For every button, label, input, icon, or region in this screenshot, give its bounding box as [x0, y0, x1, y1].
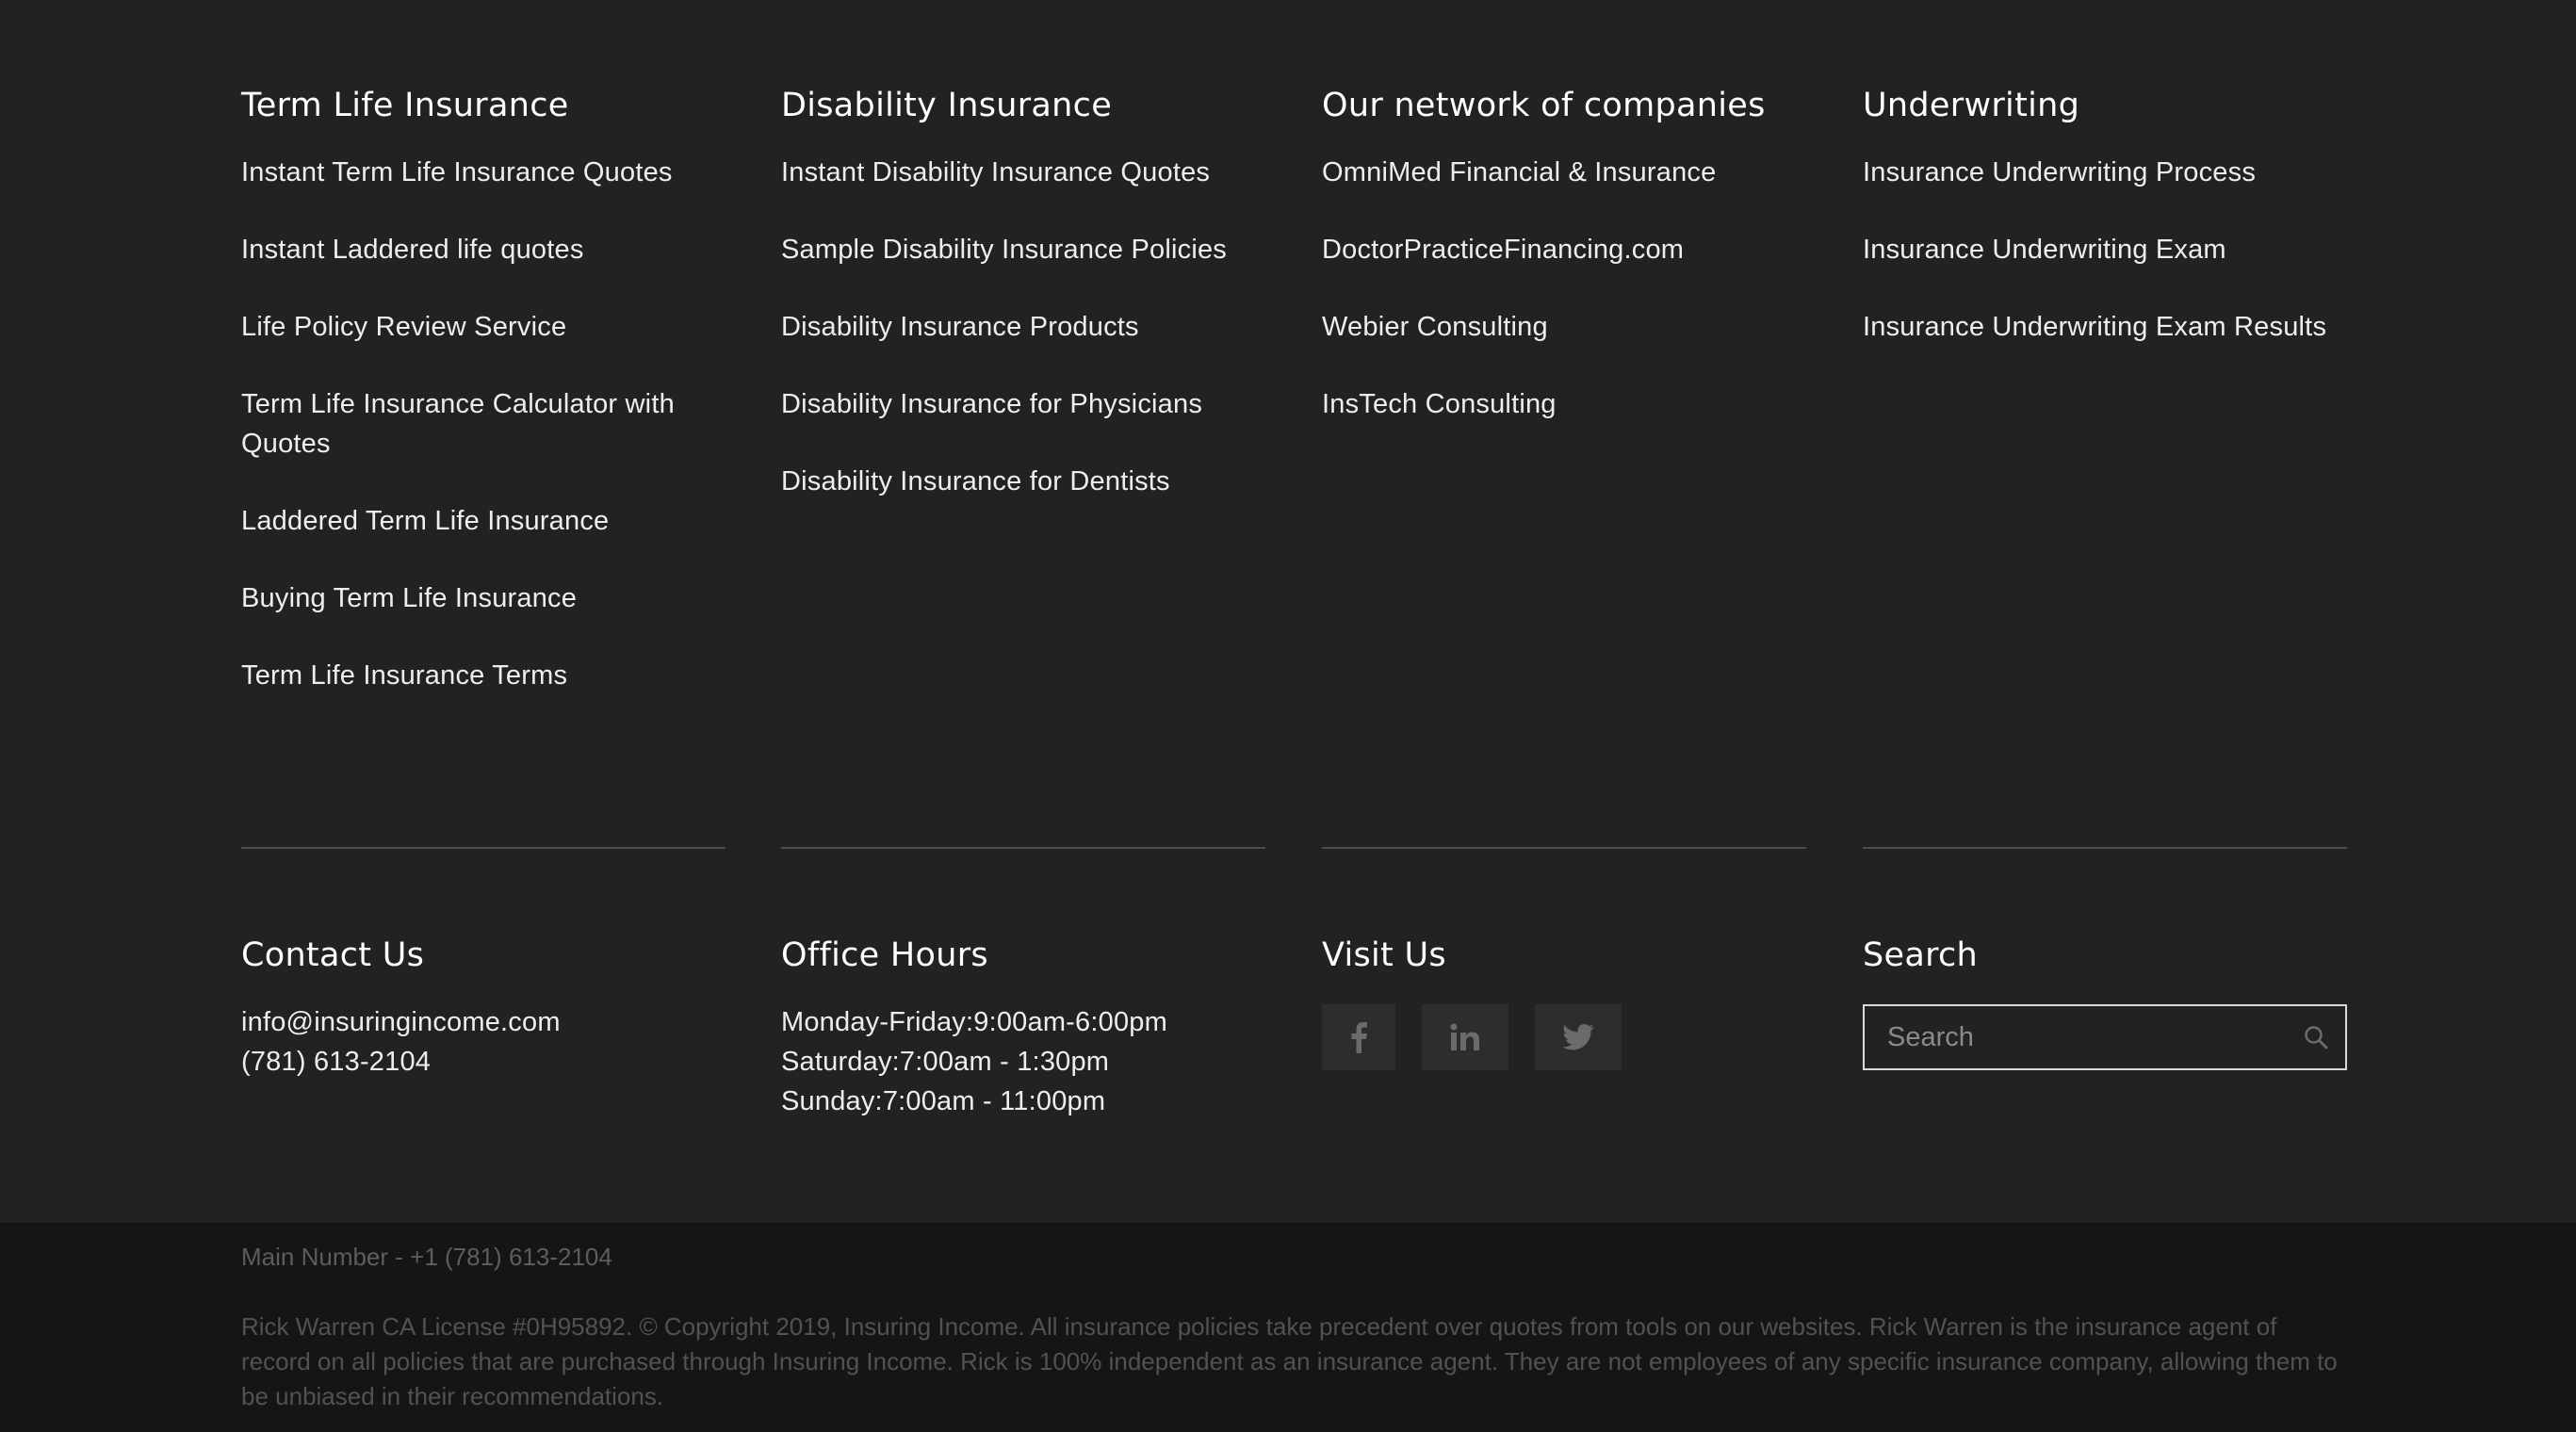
footer-link[interactable]: Term Life Insurance Terms — [241, 656, 726, 695]
social-links — [1322, 1004, 1806, 1070]
footer-column-network: Our network of companies OmniMed Financi… — [1322, 83, 1806, 462]
column-heading: Underwriting — [1863, 87, 2080, 124]
divider — [1322, 847, 1806, 849]
footer-link[interactable]: Laddered Term Life Insurance — [241, 501, 726, 541]
twitter-button[interactable] — [1535, 1004, 1622, 1070]
link-list: Insurance Underwriting Process Insurance… — [1863, 153, 2347, 347]
footer-link[interactable]: Insurance Underwriting Exam Results — [1863, 307, 2347, 347]
search-section: Search — [1863, 933, 2347, 1070]
footer-link[interactable]: Disability Insurance Products — [781, 307, 1265, 347]
divider — [241, 847, 726, 849]
twitter-icon — [1562, 1024, 1594, 1050]
column-heading: Our network of companies — [1322, 87, 1766, 124]
footer-link[interactable]: Insurance Underwriting Exam — [1863, 230, 2347, 269]
search-heading: Search — [1863, 936, 1979, 974]
office-hours-line: Monday-Friday:9:00am-6:00pm — [781, 1007, 1167, 1037]
footer-link[interactable]: InsTech Consulting — [1322, 384, 1806, 424]
site-footer: Term Life Insurance Instant Term Life In… — [0, 0, 2576, 1223]
footer-link[interactable]: Sample Disability Insurance Policies — [781, 230, 1265, 269]
visit-us-section: Visit Us — [1322, 933, 1806, 1070]
link-list: Instant Term Life Insurance Quotes Insta… — [241, 153, 726, 695]
linkedin-icon — [1450, 1023, 1479, 1050]
office-hours-section: Office Hours Monday-Friday:9:00am-6:00pm… — [781, 933, 1265, 1121]
office-hours-heading: Office Hours — [781, 936, 988, 974]
link-list: Instant Disability Insurance Quotes Samp… — [781, 153, 1265, 501]
search-input[interactable] — [1865, 1006, 2279, 1068]
contact-phone-link[interactable]: (781) 613-2104 — [241, 1042, 726, 1082]
footer-link[interactable]: Buying Term Life Insurance — [241, 578, 726, 618]
main-number: Main Number - +1 (781) 613-2104 — [241, 1243, 612, 1271]
footer-link[interactable]: Disability Insurance for Physicians — [781, 384, 1265, 424]
contact-section: Contact Us info@insuringincome.com (781)… — [241, 933, 726, 1082]
footer-column-disability: Disability Insurance Instant Disability … — [781, 83, 1265, 539]
search-box — [1863, 1004, 2347, 1070]
linkedin-button[interactable] — [1422, 1004, 1508, 1070]
footer-link[interactable]: DoctorPracticeFinancing.com — [1322, 230, 1806, 269]
footer-bottom-bar: Main Number - +1 (781) 613-2104 Rick War… — [0, 1223, 2576, 1432]
link-list: OmniMed Financial & Insurance DoctorPrac… — [1322, 153, 1806, 424]
contact-details: info@insuringincome.com (781) 613-2104 — [241, 1002, 726, 1082]
contact-heading: Contact Us — [241, 936, 425, 974]
divider — [1863, 847, 2347, 849]
footer-link[interactable]: Instant Term Life Insurance Quotes — [241, 153, 726, 192]
footer-link[interactable]: Term Life Insurance Calculator with Quot… — [241, 384, 712, 464]
visit-us-heading: Visit Us — [1322, 936, 1446, 974]
footer-column-underwriting: Underwriting Insurance Underwriting Proc… — [1863, 83, 2347, 384]
divider — [781, 847, 1265, 849]
facebook-icon — [1351, 1022, 1367, 1053]
search-icon[interactable] — [2304, 1025, 2328, 1050]
footer-link[interactable]: Disability Insurance for Dentists — [781, 462, 1265, 501]
office-hours-line: Saturday:7:00am - 1:30pm — [781, 1047, 1110, 1077]
column-heading: Disability Insurance — [781, 87, 1113, 124]
contact-email-link[interactable]: info@insuringincome.com — [241, 1002, 726, 1042]
office-hours-line: Sunday:7:00am - 11:00pm — [781, 1086, 1106, 1116]
footer-column-term-life: Term Life Insurance Instant Term Life In… — [241, 83, 726, 733]
office-hours-list: Monday-Friday:9:00am-6:00pm Saturday:7:0… — [781, 1002, 1265, 1121]
footer-link[interactable]: Insurance Underwriting Process — [1863, 153, 2347, 192]
footer-link[interactable]: Instant Laddered life quotes — [241, 230, 726, 269]
footer-link[interactable]: OmniMed Financial & Insurance — [1322, 153, 1806, 192]
legal-disclaimer: Rick Warren CA License #0H95892. © Copyr… — [241, 1312, 2338, 1410]
column-heading: Term Life Insurance — [241, 87, 569, 124]
footer-link[interactable]: Webier Consulting — [1322, 307, 1806, 347]
facebook-button[interactable] — [1322, 1004, 1395, 1070]
footer-link[interactable]: Instant Disability Insurance Quotes — [781, 153, 1265, 192]
footer-link[interactable]: Life Policy Review Service — [241, 307, 726, 347]
